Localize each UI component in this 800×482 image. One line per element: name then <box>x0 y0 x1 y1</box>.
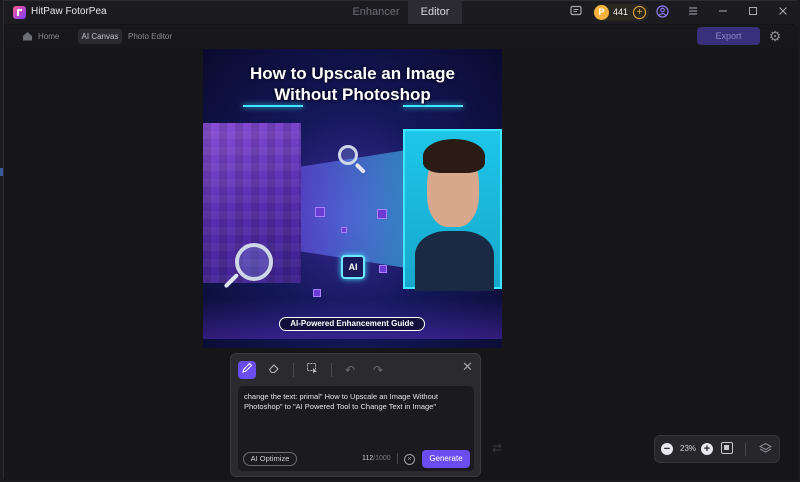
fit-screen-icon[interactable] <box>721 442 733 454</box>
minimize-icon[interactable] <box>716 5 730 19</box>
pixel-block <box>313 289 321 297</box>
tab-editor[interactable]: Editor <box>408 1 462 24</box>
settings-gear-icon[interactable]: ⚙ <box>767 28 783 44</box>
zoom-in-icon[interactable]: + <box>701 443 713 455</box>
add-credits-icon[interactable]: + <box>633 6 646 19</box>
compare-icon: ⇄ <box>492 441 503 455</box>
export-button[interactable]: Export <box>697 27 760 45</box>
ai-chip-icon: AI <box>341 255 365 279</box>
tool-divider <box>293 363 294 377</box>
tab-photo-editor[interactable]: Photo Editor <box>128 29 172 44</box>
magnifier-large-icon <box>235 243 273 281</box>
pixel-block <box>379 265 387 273</box>
panel-close-icon[interactable]: ✕ <box>462 359 473 375</box>
char-counter: 112/1000 <box>362 455 391 462</box>
prompt-text[interactable]: change the text: primal" How to Upscale … <box>244 392 464 412</box>
image-title-line1: How to Upscale an Image <box>250 64 455 83</box>
portrait-hair <box>423 139 485 173</box>
tab-ai-canvas[interactable]: AI Canvas <box>78 29 122 44</box>
coin-icon: P <box>594 5 609 20</box>
feedback-icon[interactable] <box>569 5 583 19</box>
zoom-level: 23% <box>680 444 697 453</box>
home-icon <box>23 32 32 41</box>
glow-line <box>243 105 303 107</box>
window-edge-marker <box>0 168 3 176</box>
generate-button[interactable]: Generate <box>422 450 470 468</box>
editor-toolbar: Home AI Canvas Photo Editor Export ⚙ <box>4 25 798 47</box>
magnifier-small-icon <box>338 145 358 165</box>
pixel-block <box>341 227 347 233</box>
select-tool-icon[interactable] <box>303 361 321 379</box>
undo-icon[interactable]: ↶ <box>341 361 359 379</box>
tab-enhancer[interactable]: Enhancer <box>342 1 410 24</box>
counter-divider <box>397 453 398 464</box>
zoom-out-icon[interactable]: − <box>661 443 673 455</box>
close-icon[interactable] <box>776 5 790 19</box>
prompt-panel: ↶ ↷ ✕ change the text: primal" How to Up… <box>230 353 481 477</box>
tool-divider <box>331 363 332 377</box>
canvas-image[interactable]: How to Upscale an Image Without Photosho… <box>203 49 502 348</box>
clear-icon[interactable]: × <box>404 454 415 465</box>
app-title: HitPaw FotorPea <box>31 6 107 17</box>
maximize-icon[interactable] <box>746 5 760 19</box>
prompt-input[interactable]: change the text: primal" How to Upscale … <box>238 386 474 471</box>
eraser-tool-icon[interactable] <box>265 361 283 379</box>
app-logo-icon <box>13 6 26 19</box>
zoom-divider <box>745 443 746 456</box>
credits-count: 441 <box>613 7 629 17</box>
zoom-controls: − 23% + <box>654 435 780 463</box>
ai-optimize-button[interactable]: AI Optimize <box>243 452 297 466</box>
sharp-portrait <box>403 129 502 291</box>
glow-line <box>403 105 463 107</box>
brush-tool-icon[interactable] <box>238 361 256 379</box>
account-icon[interactable] <box>655 5 669 19</box>
home-label: Home <box>38 32 60 41</box>
char-max: /1000 <box>373 455 391 462</box>
home-button[interactable]: Home <box>22 29 59 44</box>
image-title-line2: Without Photoshop <box>274 85 431 104</box>
credits-pill[interactable]: P 441 + <box>593 4 649 21</box>
pixel-block <box>315 207 325 217</box>
menu-icon[interactable] <box>686 5 700 19</box>
title-bar: HitPaw FotorPea Enhancer Editor P 441 + <box>4 1 798 24</box>
portrait-shirt <box>415 231 494 291</box>
app-window: HitPaw FotorPea Enhancer Editor P 441 + <box>3 0 798 480</box>
layers-icon[interactable] <box>758 442 772 456</box>
pixel-block <box>377 209 387 219</box>
image-title: How to Upscale an Image Without Photosho… <box>203 63 502 105</box>
char-count: 112 <box>362 455 374 462</box>
redo-icon[interactable]: ↷ <box>369 361 387 379</box>
image-badge: AI-Powered Enhancement Guide <box>279 317 425 331</box>
